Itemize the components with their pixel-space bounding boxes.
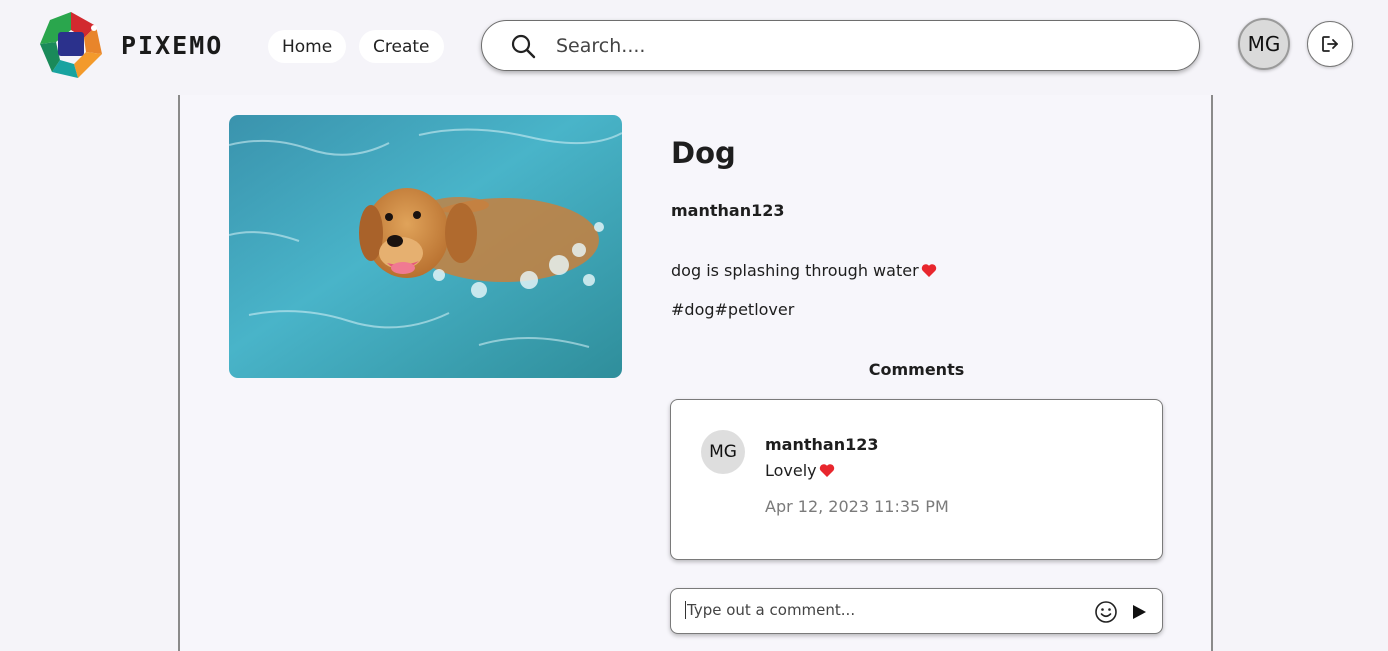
top-navbar: PIXEMO Home Create MG — [0, 0, 1388, 95]
user-avatar-initials: MG — [1247, 32, 1281, 56]
pixemo-logo-icon[interactable] — [38, 10, 104, 80]
comment-input[interactable] — [685, 601, 1085, 619]
heart-icon — [819, 464, 834, 477]
search-input[interactable] — [556, 34, 1156, 57]
comments-heading: Comments — [868, 360, 965, 379]
nav-create-button[interactable]: Create — [359, 30, 444, 63]
comment-composer — [670, 588, 1163, 634]
logout-button[interactable] — [1307, 21, 1353, 67]
comment-text-content: Lovely — [765, 461, 817, 480]
search-bar[interactable] — [481, 20, 1200, 71]
comment-username[interactable]: manthan123 — [765, 435, 878, 454]
post-description-text: dog is splashing through water — [671, 261, 919, 280]
comment-avatar: MG — [701, 430, 745, 474]
heart-icon — [921, 264, 936, 277]
post-image — [229, 115, 622, 378]
brand-name: PIXEMO — [121, 31, 224, 60]
user-avatar[interactable]: MG — [1238, 18, 1290, 70]
post-image-graphic — [229, 115, 622, 378]
search-icon[interactable] — [510, 33, 536, 59]
post-title: Dog — [671, 136, 736, 170]
send-icon[interactable] — [1130, 602, 1148, 622]
comment-timestamp: Apr 12, 2023 11:35 PM — [765, 497, 949, 516]
comments-list: MG manthan123 Lovely Apr 12, 2023 11:35 … — [670, 399, 1163, 560]
comment-avatar-initials: MG — [709, 442, 737, 462]
emoji-icon[interactable] — [1094, 600, 1118, 624]
nav-home-button[interactable]: Home — [268, 30, 347, 63]
post-tags: #dog#petlover — [671, 300, 795, 319]
post-author[interactable]: manthan123 — [671, 201, 784, 220]
post-description: dog is splashing through water — [671, 261, 937, 280]
logout-icon — [1322, 36, 1338, 52]
comment-text: Lovely — [765, 461, 835, 480]
